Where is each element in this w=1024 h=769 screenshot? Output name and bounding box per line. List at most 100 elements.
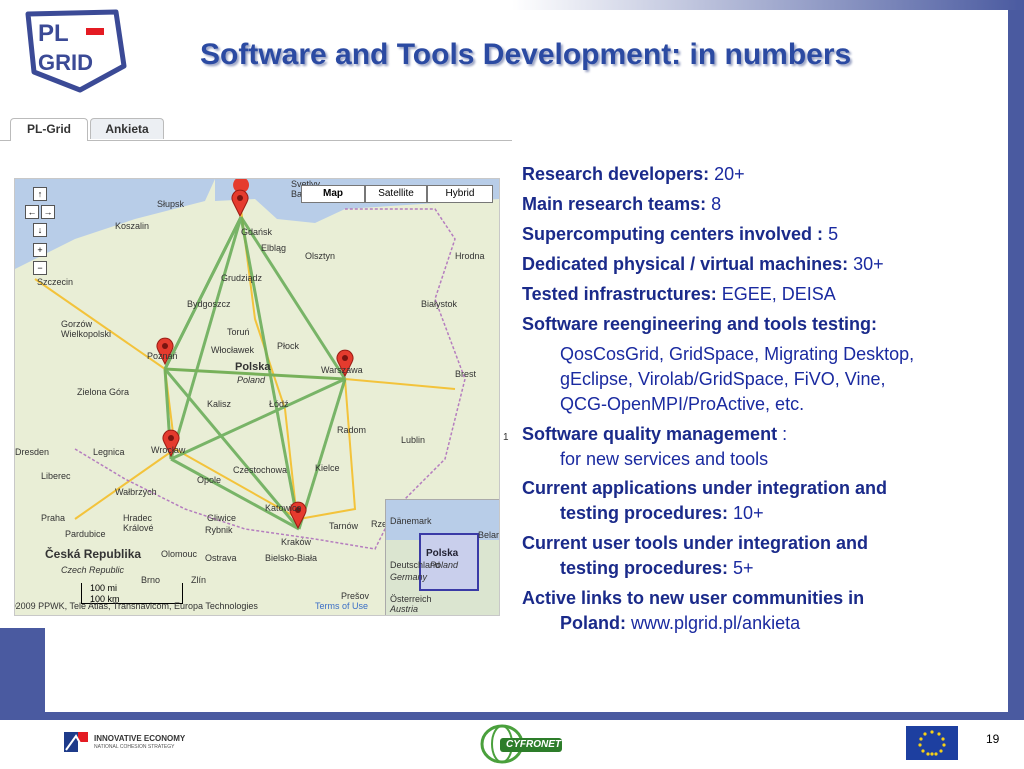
pan-right-button[interactable]: →	[41, 205, 55, 219]
map-type-hybrid-button[interactable]: Hybrid	[427, 185, 493, 203]
logo-line1: PL	[38, 20, 69, 47]
city-label: Prešov	[341, 591, 370, 601]
map-copyright: ©2009 PPWK, Tele Atlas, Transnavicom, Eu…	[14, 601, 258, 611]
city-label: Liberec	[41, 471, 71, 481]
link-url[interactable]: www.plgrid.pl/ankieta	[631, 613, 800, 633]
country-label: Polska	[235, 361, 271, 373]
city-label: Hrodna	[455, 251, 485, 261]
zoom-out-button[interactable]: −	[33, 261, 47, 275]
inset-label: Österreich	[390, 594, 432, 604]
inset-label: Austria	[390, 604, 419, 614]
city-label: Czestochowa	[233, 465, 288, 475]
stat-links-line2: Poland: www.plgrid.pl/ankieta	[560, 613, 800, 634]
pan-left-button[interactable]: ←	[25, 205, 39, 219]
country-sub-label: Poland	[237, 375, 266, 385]
city-label: Česká Republika	[45, 547, 142, 561]
tab-plgrid[interactable]: PL-Grid	[10, 118, 88, 141]
cyfronet-logo: CYFRONET	[478, 722, 564, 764]
city-label: Kraków	[281, 537, 312, 547]
map-type-satellite-button[interactable]: Satellite	[365, 185, 427, 203]
city-label: Czech Republic	[61, 565, 125, 575]
reeng-line: QosCosGrid, GridSpace, Migrating Desktop…	[560, 344, 915, 364]
city-label: Elbląg	[261, 243, 287, 253]
stat-value: 5+	[733, 558, 754, 578]
city-label: Zielona Góra	[77, 387, 130, 397]
stat-value: 5	[828, 224, 839, 244]
city-label: Gdańsk	[241, 227, 273, 237]
city-label: Włocławek	[211, 345, 255, 355]
city-label: Hradec Králové	[123, 513, 154, 533]
innovative-economy-icon	[62, 728, 90, 756]
tab-ankieta[interactable]: Ankieta	[90, 118, 164, 139]
stat-supercomputing: Supercomputing centers involved : 5	[522, 224, 838, 245]
inset-label: Germany	[390, 572, 428, 582]
zoom-in-button[interactable]: +	[33, 243, 47, 257]
stat-colon: :	[777, 424, 788, 444]
city-label: Toruń	[227, 327, 250, 337]
city-label: Kielce	[315, 463, 340, 473]
city-label: Katowice	[265, 503, 302, 513]
quality-sub: for new services and tools	[560, 449, 769, 469]
google-map[interactable]: Gdańsk Słupsk Koszalin Elbląg Olsztyn Sz…	[14, 178, 500, 616]
stat-apps-line2: testing procedures: 10+	[560, 503, 764, 524]
stat-research-teams: Main research teams: 8	[522, 194, 721, 215]
page-title: Software and Tools Development: in numbe…	[200, 38, 852, 71]
stat-machines: Dedicated physical / virtual machines: 3…	[522, 254, 884, 275]
city-label: Wrocław	[151, 445, 186, 455]
stat-value: 10+	[733, 503, 764, 523]
overview-map[interactable]: Dänemark Deutschland Germany Polska Pola…	[385, 499, 500, 615]
city-label: Praha	[41, 513, 66, 523]
stat-label: Tested infrastructures:	[522, 284, 717, 304]
city-label: Legnica	[93, 447, 125, 457]
city-label: Rybnik	[205, 525, 233, 535]
city-label: Białystok	[421, 299, 458, 309]
scale-miles: 100 mi	[90, 583, 118, 593]
marker-gdansk[interactable]	[231, 189, 249, 218]
stat-quality: Software quality management :	[522, 424, 787, 445]
innovative-economy-sub: NATIONAL COHESION STRATEGY	[94, 744, 175, 750]
city-label: Słupsk	[157, 199, 185, 209]
city-label: Gorzów Wielkopolski	[61, 319, 112, 339]
stat-label: Software quality management	[522, 424, 778, 444]
plgrid-logo: PL GRID	[20, 6, 132, 96]
inset-label: Dänemark	[390, 516, 432, 526]
stat-tools-line2: testing procedures: 5+	[560, 558, 754, 579]
city-label: Bielsko-Biała	[265, 553, 318, 563]
city-label: Radom	[337, 425, 367, 435]
stat-research-developers: Research developers: 20+	[522, 164, 745, 185]
stat-apps-line1: Current applications under integration a…	[522, 478, 888, 498]
pan-up-button[interactable]: ↑	[33, 187, 47, 201]
innovative-economy-text: INNOVATIVE ECONOMY	[94, 734, 186, 743]
side-note: 1	[503, 432, 509, 443]
right-accent-bar	[1008, 10, 1024, 712]
top-gradient-bar	[512, 0, 1024, 10]
stat-label: testing procedures:	[560, 503, 729, 523]
city-label: Grudziądz	[221, 273, 263, 283]
stat-label: Main research teams:	[522, 194, 707, 214]
inset-label: Belarus	[478, 530, 500, 540]
stat-label: Poland:	[560, 613, 626, 633]
stat-links-line1: Active links to new user communities in	[522, 588, 865, 608]
stat-label: testing procedures:	[560, 558, 729, 578]
stat-infrastructures: Tested infrastructures: EGEE, DEISA	[522, 284, 836, 305]
pan-down-button[interactable]: ↓	[33, 223, 47, 237]
stat-value: 20+	[714, 164, 745, 184]
footer: INNOVATIVE ECONOMY NATIONAL COHESION STR…	[0, 720, 1024, 768]
reeng-line: gEclipse, Virolab/GridSpace, FiVO, Vine,	[560, 369, 886, 389]
city-label: Tarnów	[329, 521, 359, 531]
city-label: Kalisz	[207, 399, 232, 409]
eu-flag-icon	[906, 726, 958, 760]
terms-link[interactable]: Terms of Use	[315, 601, 368, 611]
city-label: Bydgoszcz	[187, 299, 231, 309]
tab-bar: PL-Grid Ankieta	[0, 116, 512, 141]
city-label: Zlín	[191, 575, 207, 585]
stat-label: Research developers:	[522, 164, 710, 184]
stat-tools-line1: Current user tools under integration and	[522, 533, 869, 553]
cyfronet-text: CYFRONET	[506, 739, 561, 750]
map-type-map-button[interactable]: Map	[301, 185, 365, 203]
city-label: Płock	[277, 341, 300, 351]
stat-value: 30+	[853, 254, 884, 274]
reeng-line: QCG-OpenMPI/ProActive, etc.	[560, 394, 805, 414]
city-label: Szczecin	[37, 277, 74, 287]
city-label: Gliwice	[207, 513, 237, 523]
